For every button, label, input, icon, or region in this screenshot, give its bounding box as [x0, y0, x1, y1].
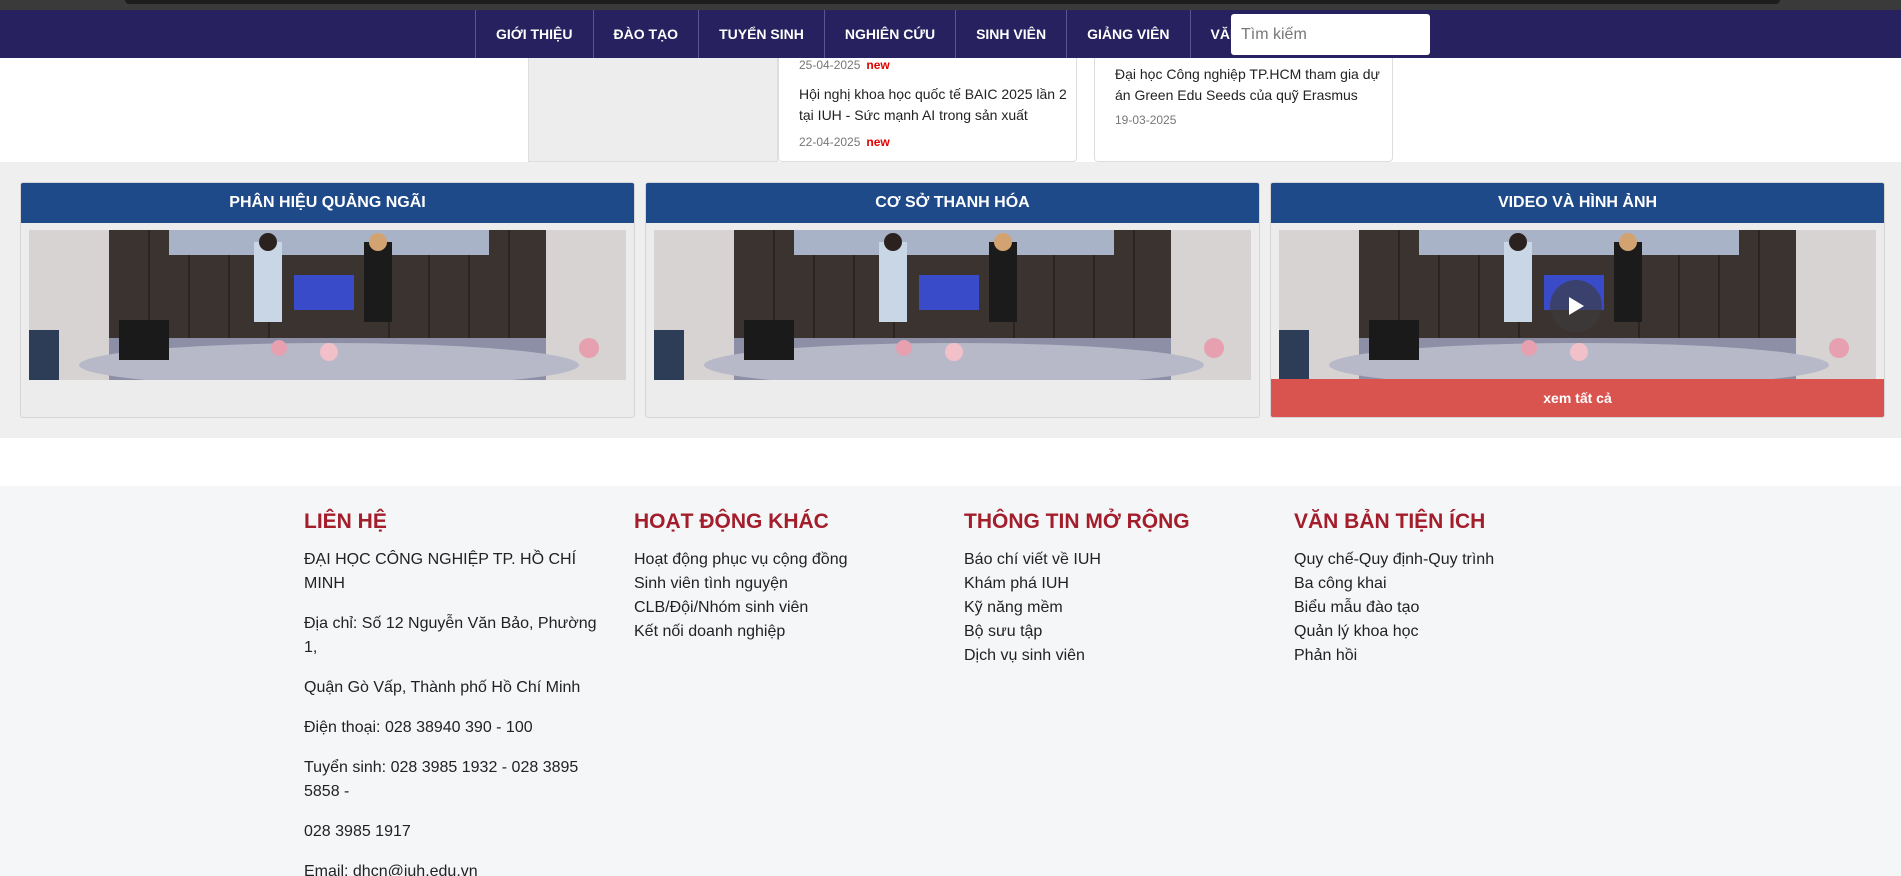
news-image-placeholder [528, 58, 778, 162]
footer-heading: HOẠT ĐỘNG KHÁC [634, 510, 829, 533]
footer-link[interactable]: Sinh viên tình nguyện [634, 572, 944, 596]
footer-extended-info: THÔNG TIN MỞ RỘNG Báo chí viết về IUH Kh… [964, 510, 1274, 668]
footer-link[interactable]: CLB/Đội/Nhóm sinh viên [634, 596, 944, 620]
new-badge: new [866, 135, 890, 149]
nav-item-sinh-vien[interactable]: SINH VIÊN [956, 10, 1068, 58]
panel-co-so-thanh-hoa: CƠ SỞ THANH HÓA [645, 182, 1260, 418]
panel-title[interactable]: CƠ SỞ THANH HÓA [646, 183, 1259, 223]
nav-item-tuyen-sinh[interactable]: TUYỂN SINH [699, 10, 825, 58]
footer-link[interactable]: Báo chí viết về IUH [964, 548, 1274, 572]
browser-top-strip [0, 0, 1901, 10]
contact-address-line-2: Quận Gò Vấp, Thành phố Hồ Chí Minh [304, 679, 581, 696]
main-nav-bar: GIỚI THIỆU ĐÀO TẠO TUYỂN SINH NGHIÊN CỨU… [0, 10, 1901, 58]
news-date-row: 22-04-2025 new [799, 133, 890, 151]
contact-university-name: ĐẠI HỌC CÔNG NGHIỆP TP. HỒ CHÍ MINH [304, 551, 577, 592]
footer-link[interactable]: Bộ sưu tập [964, 620, 1274, 644]
nav-item-giang-vien[interactable]: GIẢNG VIÊN [1067, 10, 1191, 58]
event-photo-illustration [654, 230, 1251, 380]
panel-video-hinh-anh: VIDEO VÀ HÌNH ẢNH xem tất cả [1270, 182, 1885, 418]
footer-link[interactable]: Hoạt động phục vụ cộng đồng [634, 548, 944, 572]
main-nav: GIỚI THIỆU ĐÀO TẠO TUYỂN SINH NGHIÊN CỨU… [475, 10, 1305, 58]
footer-link[interactable]: Ba công khai [1294, 572, 1604, 596]
footer-link[interactable]: Khám phá IUH [964, 572, 1274, 596]
contact-admissions-phone-2: 028 3985 1917 [304, 823, 411, 840]
news-card[interactable]: 25-04-2025 new Hội nghị khoa học quốc tế … [778, 58, 1077, 162]
news-title-link[interactable]: Hội nghị khoa học quốc tế BAIC 2025 lần … [799, 84, 1069, 126]
footer-heading: THÔNG TIN MỞ RỘNG [964, 510, 1190, 533]
footer-link[interactable]: Quản lý khoa học [1294, 620, 1604, 644]
footer-heading: LIÊN HỆ [304, 510, 387, 533]
footer-link[interactable]: Biểu mẫu đào tạo [1294, 596, 1604, 620]
search-input[interactable] [1231, 14, 1430, 55]
contact-email: Email: dhcn@iuh.edu.vn [304, 863, 478, 876]
panel-title[interactable]: PHÂN HIỆU QUẢNG NGÃI [21, 183, 634, 223]
news-date: 19-03-2025 [1115, 113, 1177, 127]
video-thumbnail[interactable] [1279, 230, 1876, 380]
footer-documents: VĂN BẢN TIỆN ÍCH Quy chế-Quy định-Quy tr… [1294, 510, 1604, 668]
new-badge: new [866, 58, 890, 72]
contact-phone: Điện thoại: 028 38940 390 - 100 [304, 719, 533, 736]
footer-link[interactable]: Dịch vụ sinh viên [964, 644, 1274, 668]
footer-contact: LIÊN HỆ ĐẠI HỌC CÔNG NGHIỆP TP. HỒ CHÍ M… [304, 510, 614, 876]
site-footer: LIÊN HỆ ĐẠI HỌC CÔNG NGHIỆP TP. HỒ CHÍ M… [0, 486, 1901, 876]
nav-item-dao-tao[interactable]: ĐÀO TẠO [594, 10, 700, 58]
top-strip-shadow [125, 0, 1780, 4]
news-card[interactable]: Đại học Công nghiệp TP.HCM tham gia dự á… [1094, 58, 1393, 162]
footer-link[interactable]: Kỹ năng mềm [964, 596, 1274, 620]
footer-link[interactable]: Phản hồi [1294, 644, 1604, 668]
news-date: 22-04-2025 [799, 135, 861, 149]
contact-address-line-1: Địa chỉ: Số 12 Nguyễn Văn Bảo, Phường 1, [304, 615, 597, 656]
event-photo-illustration [29, 230, 626, 380]
footer-heading: VĂN BẢN TIỆN ÍCH [1294, 510, 1486, 533]
footer-link[interactable]: Quy chế-Quy định-Quy trình [1294, 548, 1604, 572]
play-triangle-icon [1569, 297, 1584, 315]
panel-title[interactable]: VIDEO VÀ HÌNH ẢNH [1271, 183, 1884, 223]
event-photo[interactable] [29, 230, 626, 380]
event-photo[interactable] [654, 230, 1251, 380]
news-strip: 25-04-2025 new Hội nghị khoa học quốc tế … [0, 58, 1901, 162]
see-all-button[interactable]: xem tất cả [1271, 379, 1884, 417]
play-icon[interactable] [1550, 280, 1602, 332]
footer-link[interactable]: Kết nối doanh nghiệp [634, 620, 944, 644]
news-date-row: 25-04-2025 new [799, 56, 890, 74]
news-title-link[interactable]: Đại học Công nghiệp TP.HCM tham gia dự á… [1115, 64, 1385, 106]
panel-phan-hieu-quang-ngai: PHÂN HIỆU QUẢNG NGÃI [20, 182, 635, 418]
nav-item-nghien-cuu[interactable]: NGHIÊN CỨU [825, 10, 957, 58]
footer-activities: HOẠT ĐỘNG KHÁC Hoạt động phục vụ cộng đồ… [634, 510, 944, 644]
news-date: 25-04-2025 [799, 58, 861, 72]
nav-item-gioi-thieu[interactable]: GIỚI THIỆU [476, 10, 594, 58]
contact-admissions-phone: Tuyển sinh: 028 3985 1932 - 028 3895 585… [304, 759, 579, 800]
campus-media-section: PHÂN HIỆU QUẢNG NGÃI CƠ SỞ THANH HÓA VID… [0, 162, 1901, 438]
